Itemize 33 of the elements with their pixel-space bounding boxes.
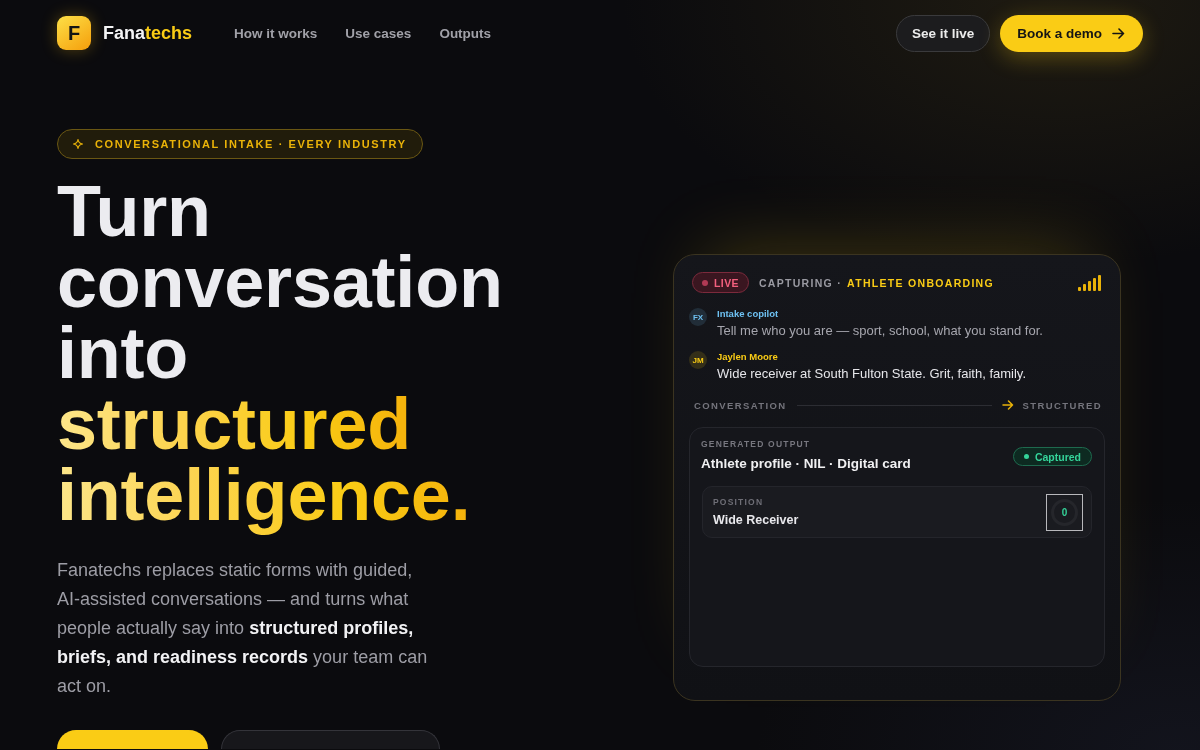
capture-status: CAPTURING ·	[758, 276, 843, 289]
primary-button[interactable]: Book a demo	[1000, 14, 1143, 52]
secondary-button[interactable]: See it live	[895, 14, 991, 52]
nav-link[interactable]: How it works	[234, 25, 318, 41]
signal-bars-icon	[1078, 274, 1102, 291]
lede-paragraph: Fanatechs replaces static forms with guided, AI-assisted conversations — and turns what people actually say into structured profiles, briefs, and readiness records your team can act on.	[57, 559, 429, 698]
badge-text: CONVERSATIONAL INTAKE · EVERY INDUSTRY	[95, 138, 407, 150]
sparkle-icon	[73, 139, 83, 149]
nav-link[interactable]: Use cases	[345, 25, 412, 41]
flow-name: ATHLETE ONBOARDING	[847, 276, 994, 289]
live-dot-icon	[702, 279, 708, 286]
message-text: Tell me who you are — sport, school, what you stand for.	[717, 322, 1043, 340]
live-label: LIVE	[714, 276, 739, 289]
brand-name: Fanatechs	[103, 22, 193, 44]
output-eyebrow: GENERATED OUTPUT	[701, 438, 811, 450]
arrow-right-icon	[1112, 27, 1125, 39]
avatar-circle: JM	[689, 351, 707, 369]
sender-name: Intake copilot	[717, 308, 779, 320]
field-value: Wide Receiver	[713, 512, 799, 528]
nav-link[interactable]: Outputs	[439, 25, 492, 41]
output-title: Athlete profile · NIL · Digital card	[701, 455, 911, 473]
avatar-circle: FX	[689, 308, 707, 326]
status-text: Captured	[1034, 450, 1081, 463]
message-text: Wide receiver at South Fulton State. Grit, faith, family.	[717, 365, 1026, 383]
flow-to-label: STRUCTURED	[1022, 399, 1102, 411]
field-label: POSITION	[713, 496, 764, 508]
status-dot-icon	[1023, 454, 1029, 459]
sender-name: Jaylen Moore	[717, 351, 778, 363]
arrow-right-icon	[1001, 400, 1014, 410]
logo-mark: F	[57, 16, 91, 50]
flow-from-label: CONVERSATION	[694, 399, 787, 411]
score-ring: 0	[1051, 498, 1078, 526]
cta-button[interactable]	[57, 730, 208, 749]
